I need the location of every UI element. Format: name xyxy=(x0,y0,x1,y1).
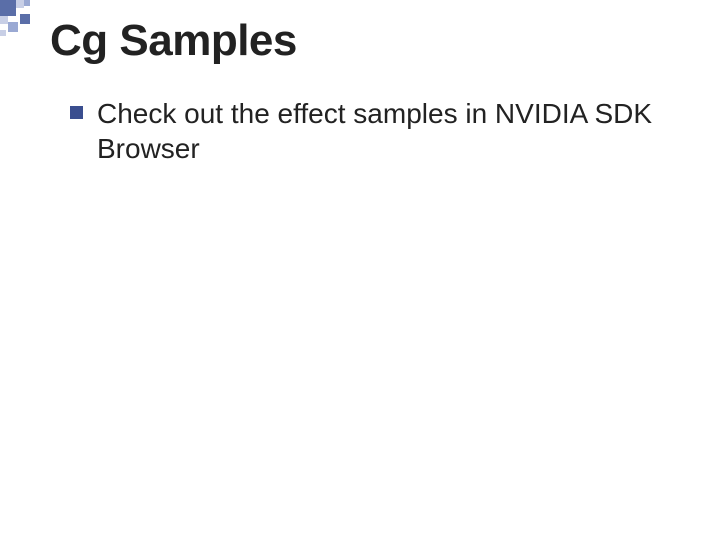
slide-body: Check out the effect samples in NVIDIA S… xyxy=(70,96,680,166)
square-bullet-icon xyxy=(70,106,83,119)
slide-title: Cg Samples xyxy=(50,16,297,66)
bullet-text: Check out the effect samples in NVIDIA S… xyxy=(97,96,680,166)
bullet-item: Check out the effect samples in NVIDIA S… xyxy=(70,96,680,166)
